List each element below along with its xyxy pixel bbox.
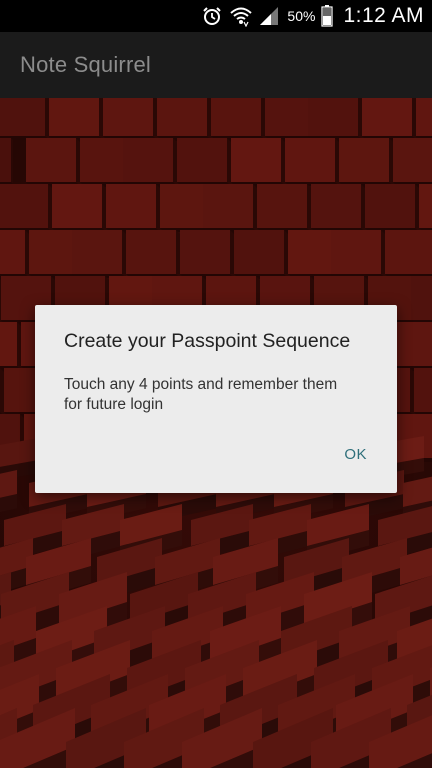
dialog-message-line-1: Touch any 4 points and remember them	[64, 376, 338, 393]
dialog-title: Create your Passpoint Sequence	[64, 330, 351, 352]
action-bar: Note Squirrel	[0, 32, 432, 98]
phone-screen: 50% 1:12 AM Note Squirrel Create your Pa…	[0, 0, 432, 768]
dialog-buttons: OK	[332, 440, 379, 469]
app-title: Note Squirrel	[20, 52, 151, 77]
battery-icon	[321, 5, 334, 27]
passpoint-dialog: Create your Passpoint Sequence Touch any…	[35, 305, 397, 493]
status-bar: 50% 1:12 AM	[0, 0, 432, 32]
dialog-message-line-2: for future login	[64, 396, 164, 413]
clock: 1:12 AM	[343, 4, 424, 27]
ok-button[interactable]: OK	[332, 440, 379, 469]
cell-signal-icon	[259, 6, 279, 26]
wifi-icon	[229, 5, 253, 27]
dialog-message: Touch any 4 points and remember them for…	[64, 375, 368, 415]
alarm-clock-icon	[201, 5, 223, 27]
battery-percent: 50%	[287, 8, 316, 24]
